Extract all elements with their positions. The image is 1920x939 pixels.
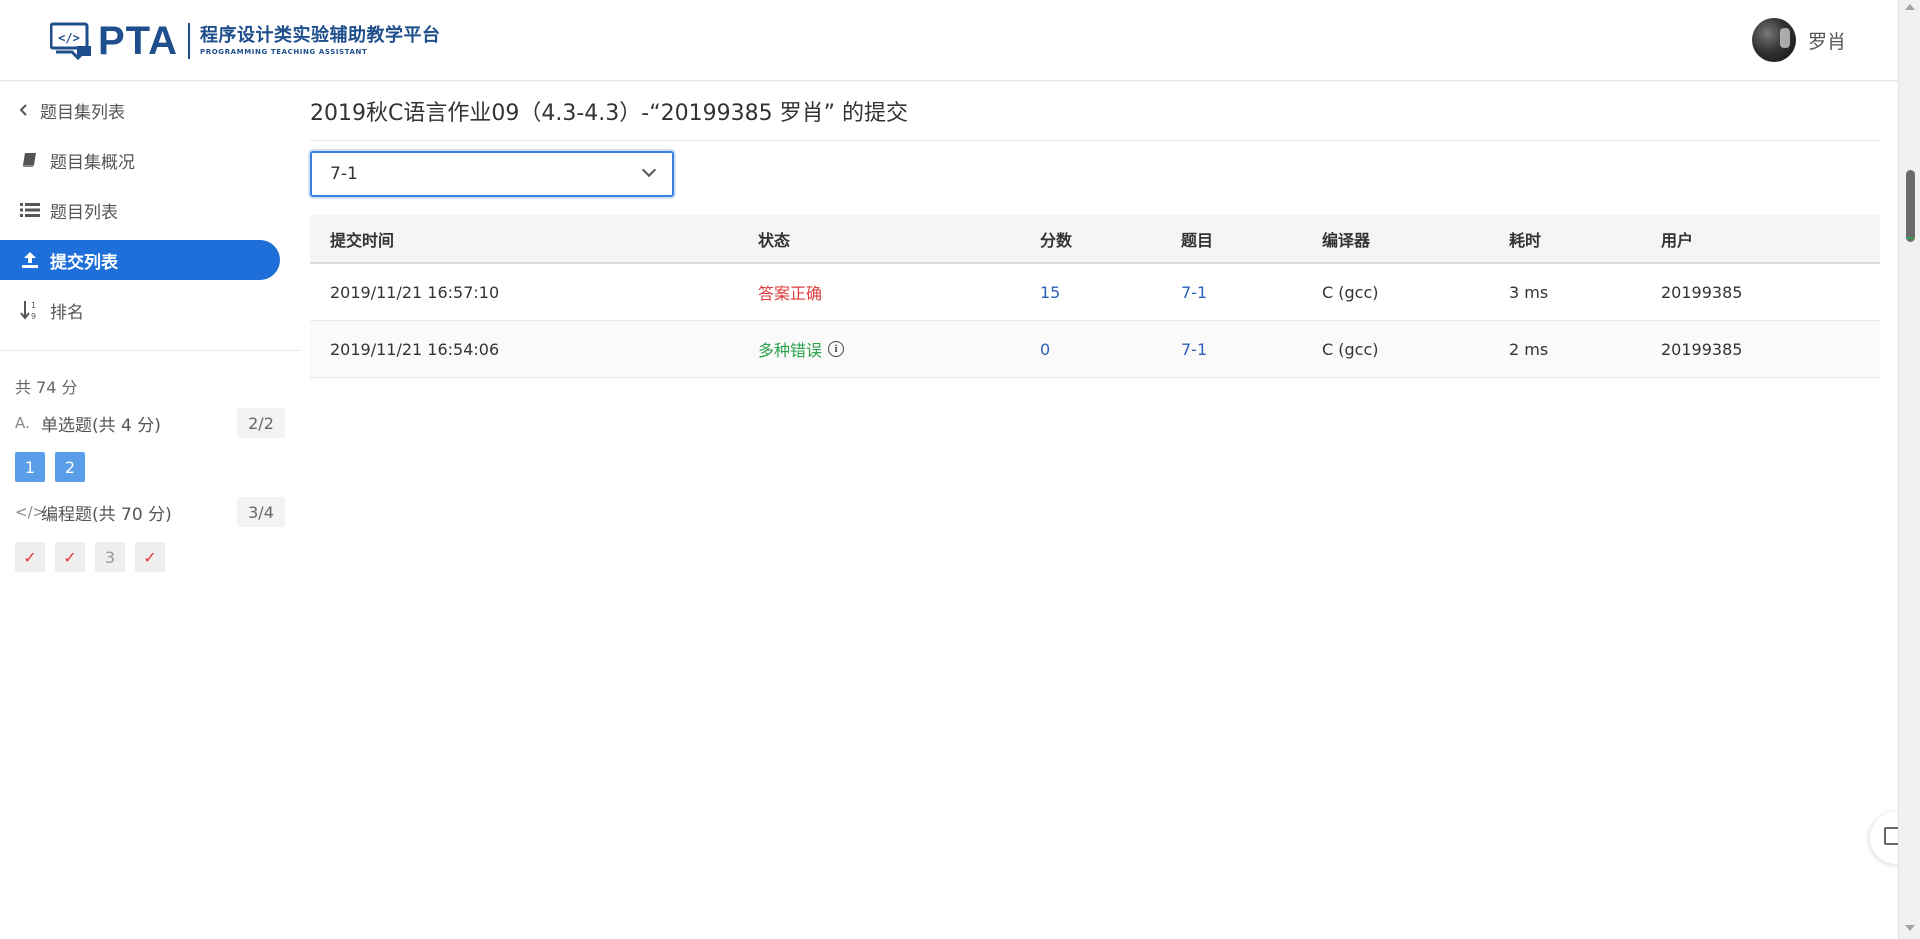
logo-subtitle-cn: 程序设计类实验辅助教学平台: [200, 25, 441, 46]
section-count: 3/4: [237, 497, 285, 527]
section-programming: </> 编程题(共 70 分) 3/4: [15, 497, 285, 527]
checkmark-icon[interactable]: ✓: [135, 542, 165, 572]
letter-a-icon: A.: [15, 414, 30, 432]
problem-link[interactable]: 7-1: [1181, 321, 1207, 377]
scroll-thumb[interactable]: [1906, 170, 1915, 242]
col-header: 分数: [1040, 230, 1073, 250]
user-name[interactable]: 罗肖: [1808, 27, 1846, 54]
col-header: 状态: [758, 230, 791, 250]
single-choice-chips: 1 2: [15, 452, 95, 482]
sidebar-item-label: 题目列表: [50, 202, 118, 223]
sidebar-item-label: 提交列表: [50, 252, 118, 273]
status-link[interactable]: 答案正确: [758, 264, 822, 320]
sidebar-item-label: 题目集概况: [50, 152, 135, 173]
select-value: 7-1: [330, 164, 358, 184]
pta-logo[interactable]: </> PTA 程序设计类实验辅助教学平台 PROGRAMMING TEACHI…: [49, 19, 441, 63]
chevron-left-icon: [14, 100, 34, 120]
upload-icon: [20, 250, 40, 270]
duration: 2 ms: [1509, 339, 1549, 359]
book-icon: [20, 150, 40, 170]
user-id: 20199385: [1661, 339, 1743, 359]
user-id: 20199385: [1661, 282, 1743, 302]
col-header: 题目: [1181, 230, 1214, 250]
score-link[interactable]: 0: [1040, 321, 1050, 377]
table-row: 2019/11/21 16:54:06 多种错误 i 0 7-1 C (gcc)…: [310, 321, 1880, 378]
col-header: 耗时: [1509, 230, 1542, 250]
sort-numeric-icon: 19: [20, 300, 40, 320]
section-label: 单选题(共 4 分): [41, 415, 161, 436]
status-link[interactable]: 多种错误: [758, 337, 822, 361]
code-monitor-icon: </>: [49, 22, 92, 61]
sidebar-item-label: 排名: [50, 302, 84, 323]
svg-text:1: 1: [31, 301, 36, 310]
vertical-scrollbar[interactable]: [1898, 0, 1920, 939]
score-link[interactable]: 15: [1040, 264, 1060, 320]
checkmark-icon[interactable]: ✓: [55, 542, 85, 572]
back-label: 题目集列表: [40, 102, 125, 123]
logo-subtitle-en: PROGRAMMING TEACHING ASSISTANT: [200, 48, 368, 56]
col-header: 用户: [1661, 230, 1694, 250]
col-header: 编译器: [1322, 230, 1371, 250]
compiler: C (gcc): [1322, 282, 1379, 302]
section-single-choice: A. 单选题(共 4 分) 2/2: [15, 408, 285, 438]
sidebar-item-ranking[interactable]: 19 排名: [0, 290, 280, 330]
question-chip[interactable]: 1: [15, 452, 45, 482]
problem-select[interactable]: 7-1: [310, 151, 674, 197]
scroll-up-arrow[interactable]: [1905, 4, 1915, 10]
section-label: 编程题(共 70 分): [41, 504, 172, 525]
question-chip[interactable]: 2: [55, 452, 85, 482]
table-row: 2019/11/21 16:57:10 答案正确 15 7-1 C (gcc) …: [310, 264, 1880, 321]
sidebar-item-overview[interactable]: 题目集概况: [0, 140, 280, 180]
sidebar-item-submissions[interactable]: 提交列表: [0, 240, 280, 280]
problem-link[interactable]: 7-1: [1181, 264, 1207, 320]
info-icon[interactable]: i: [828, 341, 845, 357]
logo-title: PTA: [98, 19, 179, 63]
submit-time: 2019/11/21 16:54:06: [330, 339, 500, 359]
top-header: </> PTA 程序设计类实验辅助教学平台 PROGRAMMING TEACHI…: [0, 0, 1898, 81]
svg-text:</>: </>: [58, 31, 80, 45]
checkmark-icon[interactable]: ✓: [15, 542, 45, 572]
sidebar-divider: [0, 350, 300, 351]
col-header: 提交时间: [330, 230, 395, 250]
title-divider: [310, 140, 1880, 141]
list-icon: [20, 200, 40, 220]
compiler: C (gcc): [1322, 339, 1379, 359]
section-count: 2/2: [237, 408, 285, 438]
chevron-down-icon: [641, 162, 657, 178]
avatar[interactable]: [1751, 18, 1796, 62]
user-menu[interactable]: 罗肖: [1751, 18, 1846, 62]
total-score: 共 74 分: [15, 378, 78, 397]
page-title: 2019秋C语言作业09（4.3-4.3）-“20199385 罗肖” 的提交: [310, 101, 908, 126]
programming-chips: ✓ ✓ 3 ✓: [15, 542, 175, 572]
sidebar: 题目集列表 题目集概况 题目列表 提交列表 19 排名 共 74 分 A. 单选…: [0, 82, 300, 939]
logo-divider: [188, 23, 191, 59]
submit-time: 2019/11/21 16:57:10: [330, 282, 500, 302]
submissions-table: 提交时间 状态 分数 题目 编译器 耗时 用户 2019/11/21 16:57…: [310, 215, 1880, 378]
duration: 3 ms: [1509, 282, 1549, 302]
status-cell: 多种错误 i: [758, 321, 845, 377]
back-to-problem-sets[interactable]: 题目集列表: [0, 90, 280, 130]
sidebar-item-problem-list[interactable]: 题目列表: [0, 190, 280, 230]
code-icon: </>: [15, 503, 46, 521]
table-header: 提交时间 状态 分数 题目 编译器 耗时 用户: [310, 215, 1880, 264]
scroll-down-arrow[interactable]: [1905, 925, 1915, 931]
svg-text:9: 9: [31, 312, 36, 320]
question-chip[interactable]: 3: [95, 542, 125, 572]
